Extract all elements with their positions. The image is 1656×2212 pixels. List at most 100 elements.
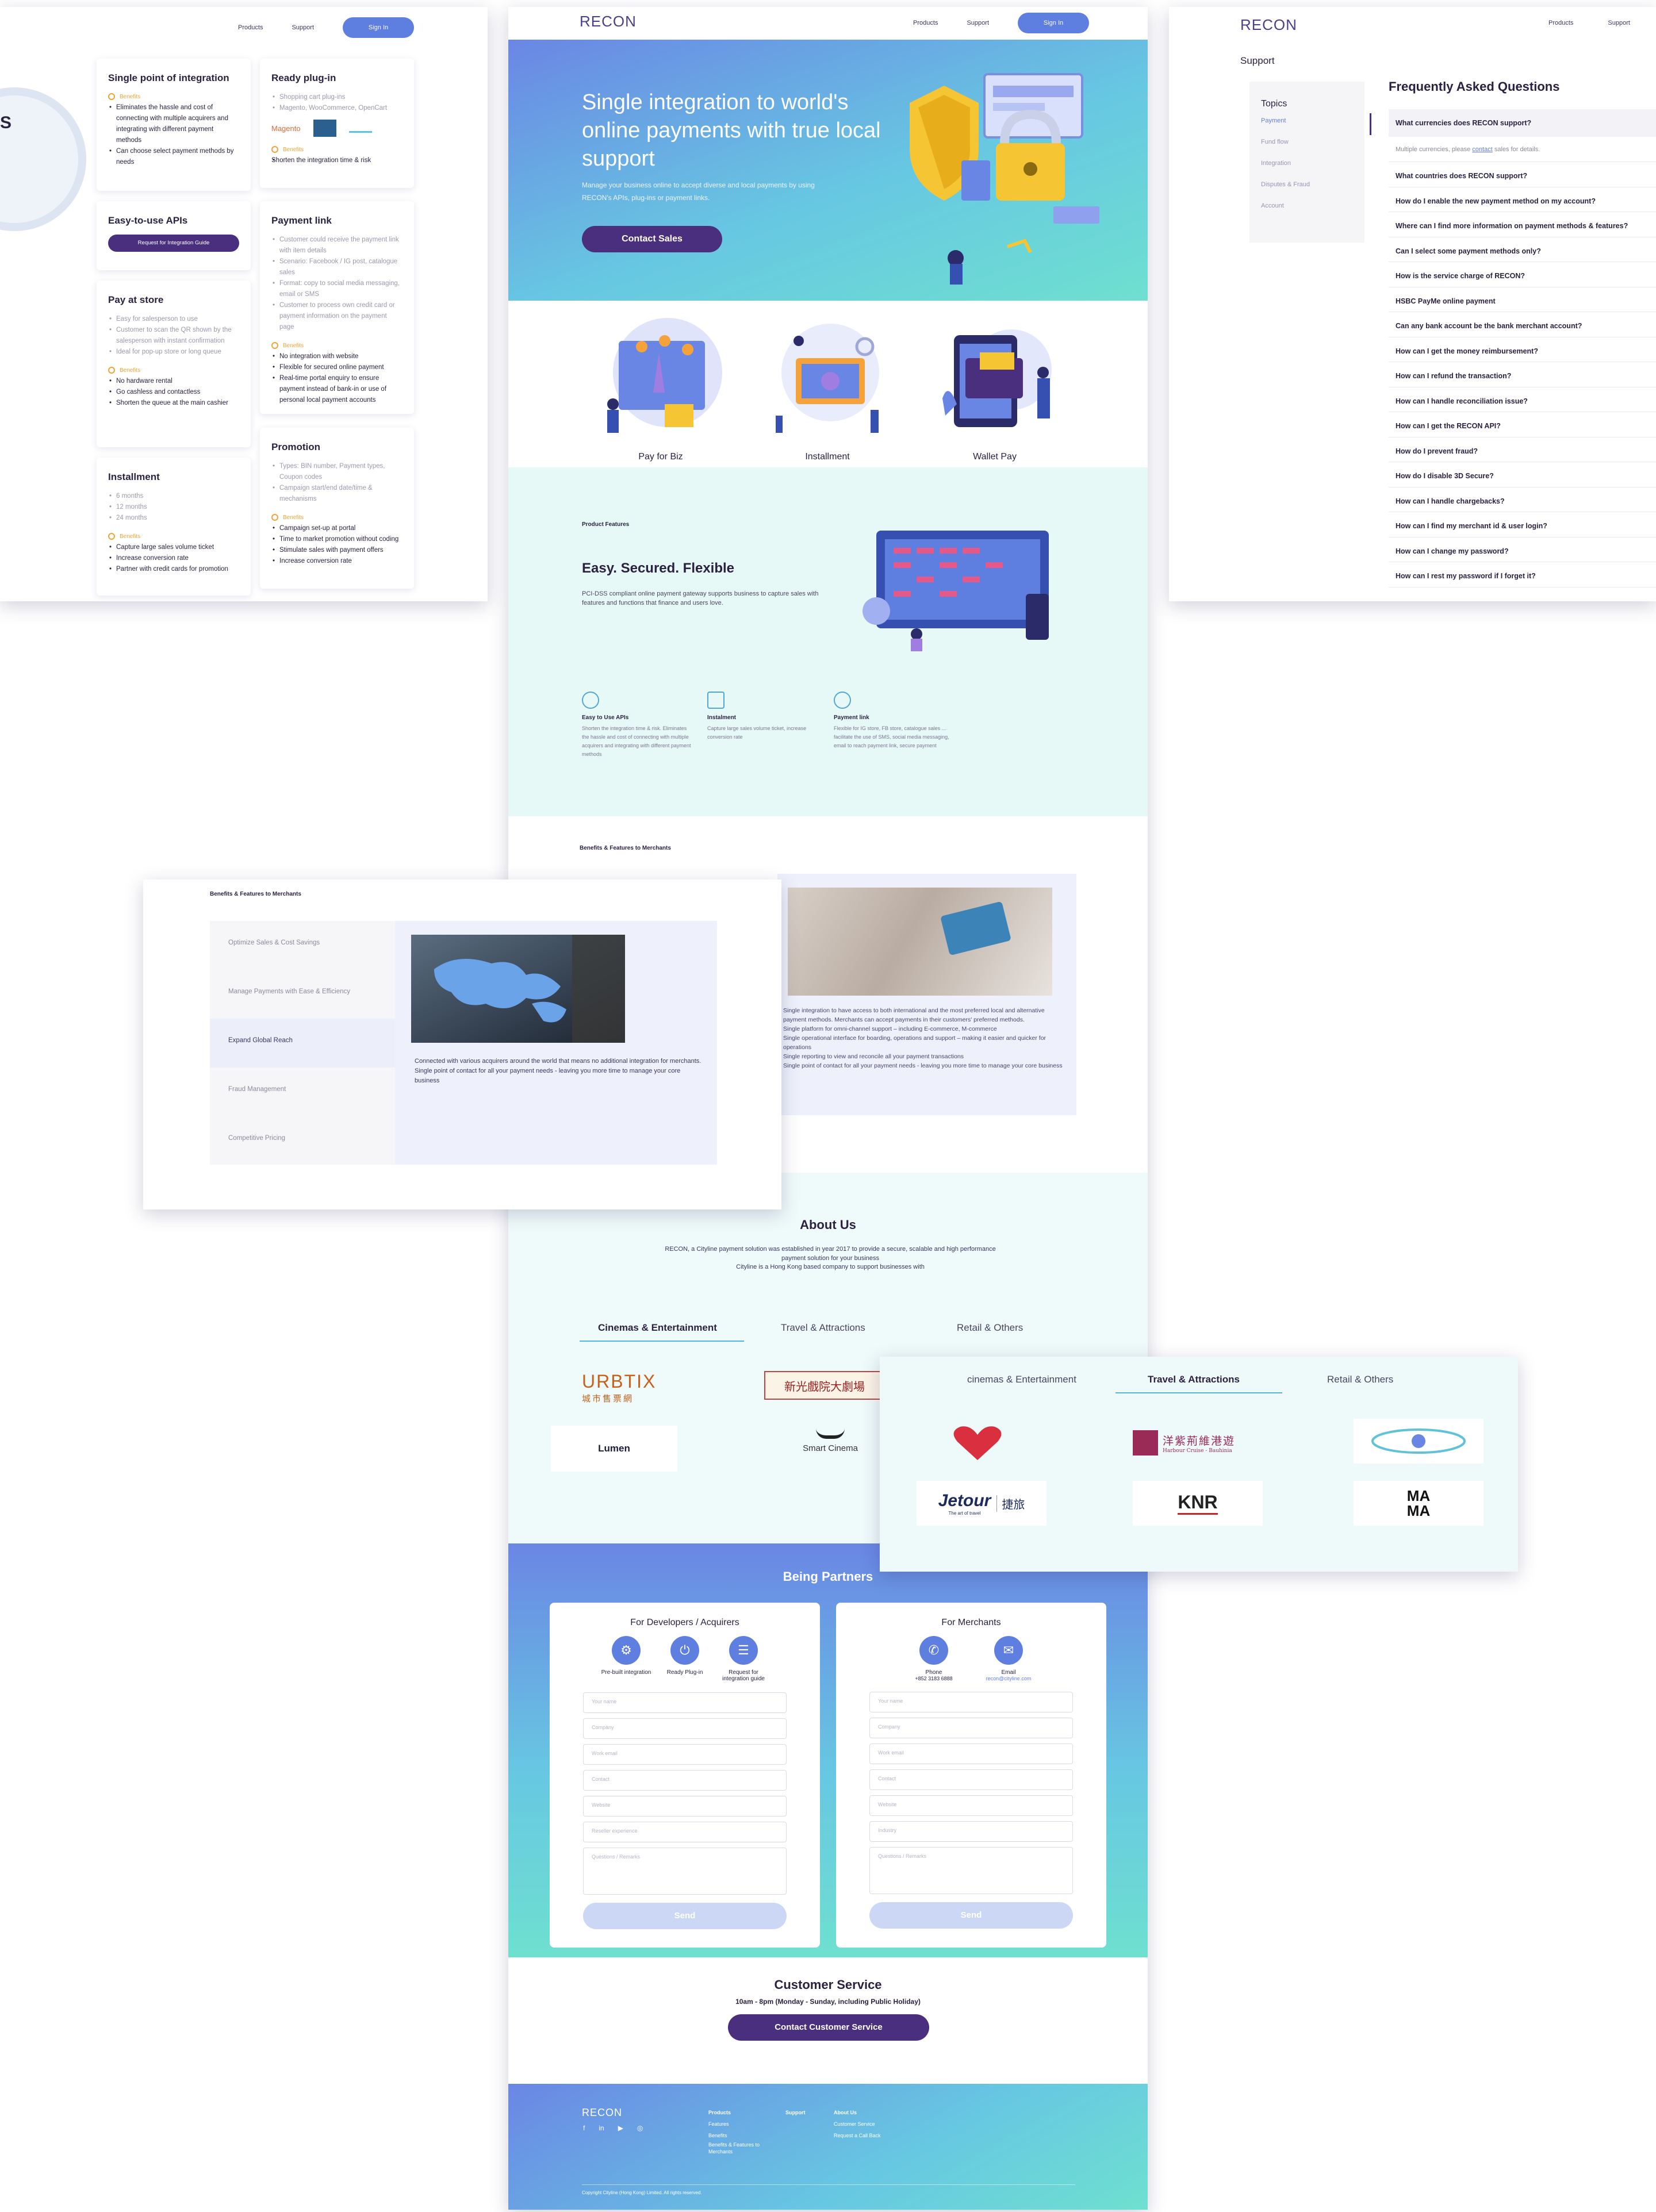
faq-item[interactable]: How can I find my merchant id & user log…	[1389, 512, 1656, 537]
faq-item[interactable]: How can I get the money reimbursement?	[1389, 337, 1656, 362]
faq-answer: Multiple currencies, please contact sale…	[1389, 137, 1656, 162]
faq-item[interactable]: Can any bank account be the bank merchan…	[1389, 312, 1656, 337]
faq-title: Frequently Asked Questions	[1389, 79, 1560, 94]
social-icons: f in ▶ ◎	[583, 2124, 643, 2132]
contact-cs-button[interactable]: Contact Customer Service	[728, 2014, 929, 2041]
lumen-logo: Lumen	[551, 1426, 677, 1472]
nav-support[interactable]: Support	[967, 20, 989, 26]
remarks-textarea[interactable]: Questions / Remarks	[869, 1847, 1073, 1894]
contact-sales-button[interactable]: Contact Sales	[582, 226, 722, 252]
youtube-icon[interactable]: ▶	[618, 2124, 623, 2132]
footer-link[interactable]: Benefits & Features to Merchants	[708, 2141, 760, 2155]
remarks-textarea[interactable]: Questions / Remarks	[583, 1848, 787, 1895]
website-input[interactable]: Website	[869, 1795, 1073, 1816]
list-item: No integration with website	[271, 351, 402, 362]
feature-title: Payment link	[834, 715, 869, 721]
facebook-icon[interactable]: f	[583, 2124, 585, 2132]
linkedin-icon[interactable]: in	[599, 2124, 604, 2132]
website-input[interactable]: Website	[583, 1796, 787, 1817]
tab-optimize-sales[interactable]: Optimize Sales & Cost Savings	[210, 921, 395, 970]
list-item: Increase conversion rate	[271, 556, 402, 567]
recon-logo[interactable]: RECON	[580, 13, 637, 30]
urbtix-logo: URBTIX 城市售票網	[582, 1371, 656, 1404]
signin-button[interactable]: Sign In	[1018, 13, 1089, 33]
faq-item[interactable]: How can I refund the transaction?	[1389, 362, 1656, 387]
product-installment[interactable]: Installment	[784, 452, 871, 462]
email-input[interactable]: Work email	[869, 1744, 1073, 1764]
email-input[interactable]: Work email	[583, 1744, 787, 1765]
list-item: Campaign start/end date/time & mechanism…	[271, 483, 402, 505]
faq-item[interactable]: How can I get the RECON API?	[1389, 412, 1656, 437]
send-button[interactable]: Send	[583, 1903, 787, 1929]
faq-item[interactable]: How is the service charge of RECON?	[1389, 262, 1656, 287]
tab-travel[interactable]: Travel & Attractions	[1148, 1374, 1240, 1385]
harbour-cruise-logo: 洋紫荊維港遊 Harbour Cruise - Bauhinia	[1133, 1426, 1265, 1460]
list-item: Partner with credit cards for promotion	[108, 564, 239, 575]
contact-input[interactable]: Contact	[583, 1770, 787, 1791]
faq-item[interactable]: How do I enable the new payment method o…	[1389, 187, 1656, 212]
faq-expanded[interactable]: What currencies does RECON support?	[1389, 109, 1656, 137]
smile-icon	[582, 692, 599, 709]
industry-input[interactable]: Industry	[869, 1821, 1073, 1842]
plug-icon: ⏻	[670, 1636, 699, 1665]
tab-cinemas[interactable]: Cinemas & Entertainment	[598, 1322, 717, 1334]
tab-cinemas[interactable]: cinemas & Entertainment	[967, 1374, 1076, 1385]
footer-link[interactable]: Features	[708, 2118, 766, 2130]
faq-item[interactable]: HSBC PayMe online payment	[1389, 287, 1656, 312]
list-item: 24 months	[108, 513, 239, 524]
footer-link[interactable]: Customer Service	[834, 2118, 881, 2130]
faq-item[interactable]: How can I handle chargebacks?	[1389, 487, 1656, 512]
instagram-icon[interactable]: ◎	[637, 2124, 643, 2132]
faq-item[interactable]: How do I disable 3D Secure?	[1389, 462, 1656, 487]
company-input[interactable]: Company	[583, 1718, 787, 1739]
tab-pricing[interactable]: Competitive Pricing	[210, 1116, 395, 1165]
faq-item[interactable]: What countries does RECON support?	[1389, 162, 1656, 187]
faq-item[interactable]: How do I prevent fraud?	[1389, 437, 1656, 462]
request-guide-button[interactable]: Request for Integration Guide	[108, 235, 239, 252]
features-desc: PCI-DSS compliant online payment gateway…	[582, 590, 819, 606]
company-input[interactable]: Company	[869, 1718, 1073, 1738]
contact-link[interactable]: contact	[1472, 146, 1492, 153]
name-input[interactable]: Your name	[869, 1692, 1073, 1712]
signin-button[interactable]: Sign In	[343, 17, 414, 38]
product-wallet-pay[interactable]: Wallet Pay	[952, 452, 1038, 462]
nav-products[interactable]: Products	[238, 24, 263, 31]
benefits-tabs-overlay: Benefits & Features to Merchants Optimiz…	[143, 880, 781, 1209]
recon-logo[interactable]: RECON	[1240, 16, 1297, 34]
page-title: Support	[1240, 55, 1275, 66]
footer-link[interactable]: Benefits	[708, 2130, 766, 2141]
form-title: For Merchants	[941, 1618, 1001, 1627]
product-pay-for-biz[interactable]: Pay for Biz	[618, 452, 704, 462]
faq-item[interactable]: How can I rest my password if I forget i…	[1389, 562, 1656, 587]
tab-fraud[interactable]: Fraud Management	[210, 1067, 395, 1116]
faq-item[interactable]: Can I select some payment methods only?	[1389, 237, 1656, 262]
tab-retail[interactable]: Retail & Others	[957, 1322, 1023, 1334]
name-input[interactable]: Your name	[583, 1692, 787, 1713]
tab-manage-payments[interactable]: Manage Payments with Ease & Efficiency	[210, 970, 395, 1019]
topic-disputes[interactable]: Disputes & Fraud	[1261, 181, 1353, 202]
tab-global-reach[interactable]: Expand Global Reach	[210, 1019, 395, 1067]
topic-integration[interactable]: Integration	[1261, 160, 1353, 181]
nav-support[interactable]: Support	[292, 24, 314, 31]
topic-account[interactable]: Account	[1261, 202, 1353, 224]
list-item: Capture large sales volume ticket	[108, 542, 239, 553]
footer-logo[interactable]: RECON	[582, 2107, 622, 2119]
email-link[interactable]: recon@cityline.com	[983, 1676, 1034, 1681]
footer-link[interactable]: Request a Call Back	[834, 2130, 881, 2141]
reseller-input[interactable]: Reseller experience	[583, 1822, 787, 1842]
integration-circle	[0, 87, 86, 231]
nav-support[interactable]: Support	[1608, 20, 1630, 26]
list-item: Scenario: Facebook / IG post, catalogue …	[271, 256, 402, 278]
send-button[interactable]: Send	[869, 1902, 1073, 1929]
tab-retail[interactable]: Retail & Others	[1327, 1374, 1393, 1385]
topic-payment[interactable]: Payment	[1261, 117, 1353, 139]
nav-products[interactable]: Products	[1548, 20, 1573, 26]
active-tab-underline	[1116, 1392, 1282, 1393]
contact-input[interactable]: Contact	[869, 1769, 1073, 1790]
tab-travel[interactable]: Travel & Attractions	[781, 1322, 865, 1334]
faq-item[interactable]: Where can I find more information on pay…	[1389, 212, 1656, 237]
faq-item[interactable]: How can I handle reconciliation issue?	[1389, 387, 1656, 412]
nav-products[interactable]: Products	[913, 20, 938, 26]
faq-item[interactable]: How can I change my password?	[1389, 537, 1656, 562]
topic-fund-flow[interactable]: Fund flow	[1261, 139, 1353, 160]
